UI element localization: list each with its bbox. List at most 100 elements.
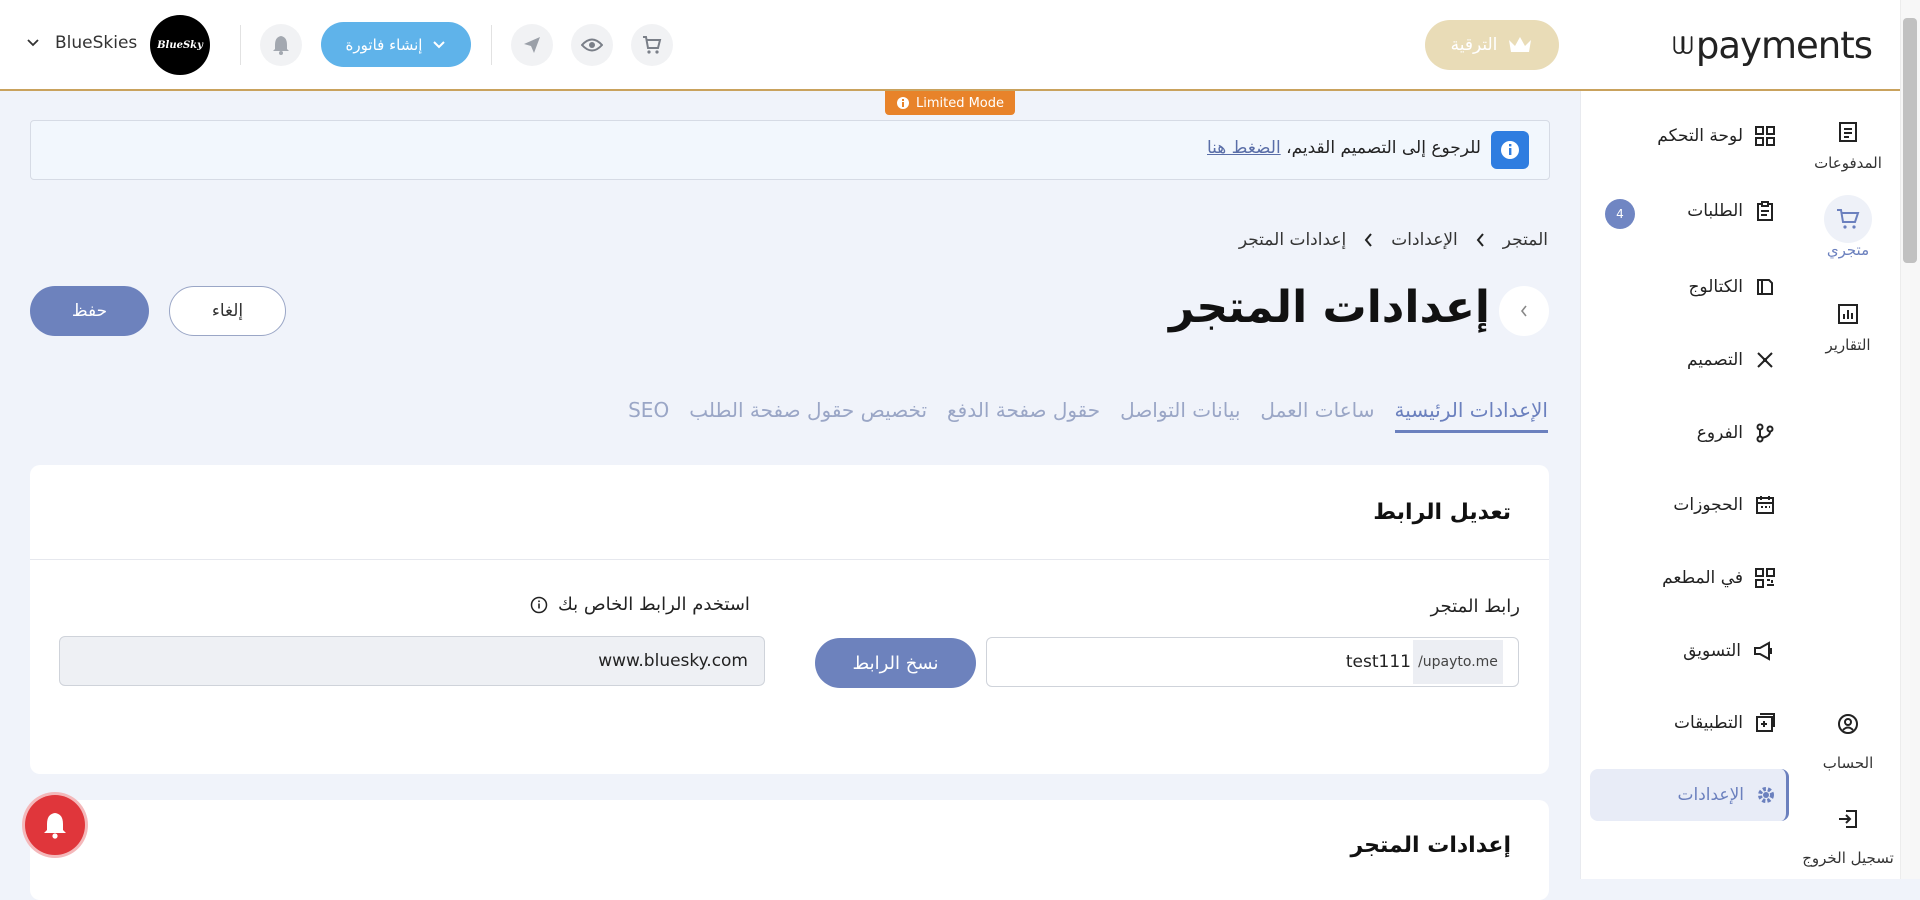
sidebar-item-dine-in[interactable]: في المطعم [1595, 553, 1785, 603]
invoice-label: إنشاء فاتورة [345, 35, 423, 54]
send-button[interactable] [511, 24, 553, 66]
scrollbar-thumb[interactable] [1903, 18, 1917, 263]
design-icon [1757, 352, 1773, 368]
notice-text: للرجوع إلى التصميم القديم، الضغط هنا [1207, 138, 1481, 158]
eye-icon [581, 38, 603, 52]
breadcrumb-settings[interactable]: الإعدادات [1391, 230, 1458, 250]
cart-icon [1824, 195, 1872, 243]
megaphone-icon [1754, 641, 1772, 661]
sidebar-item-label: لوحة التحكم [1657, 126, 1743, 146]
rail-item-my-store[interactable]: متجري [1803, 195, 1893, 259]
sidebar-item-settings[interactable]: الإعدادات [1590, 769, 1789, 821]
rail-item-logout[interactable]: تسجيل الخروج [1800, 795, 1896, 867]
rail-item-reports[interactable]: التقارير [1803, 290, 1893, 354]
rail-label: الحساب [1822, 754, 1874, 772]
sidebar-item-branches[interactable]: الفروع [1595, 408, 1785, 458]
rail-item-payments[interactable]: المدفوعات [1803, 108, 1893, 172]
card-title: تعديل الرابط [1373, 500, 1511, 525]
rail-label: المدفوعات [1814, 154, 1882, 172]
edit-link-card: تعديل الرابط [30, 465, 1549, 774]
sidebar-item-catalog[interactable]: الكتالوج [1595, 262, 1785, 312]
page-title: إعدادات المتجر [1169, 282, 1490, 333]
calendar-icon [1756, 496, 1774, 514]
chevron-down-icon [27, 39, 39, 47]
tab-checkout-fields[interactable]: حقول صفحة الدفع [947, 398, 1100, 433]
limited-mode-badge: Limited Mode [885, 91, 1015, 115]
info-icon[interactable] [530, 596, 548, 614]
tab-order-page-fields[interactable]: تخصيص حقول صفحة الطلب [689, 398, 927, 433]
card-divider [30, 559, 1549, 560]
sidebar-item-marketing[interactable]: التسويق [1595, 626, 1785, 676]
send-icon [524, 37, 540, 53]
sidebar-item-dashboard[interactable]: لوحة التحكم [1595, 111, 1785, 161]
breadcrumb: المتجر الإعدادات إعدادات المتجر [1239, 230, 1548, 250]
cart-button[interactable] [631, 24, 673, 66]
tab-main-settings[interactable]: الإعدادات الرئيسية [1394, 398, 1548, 433]
custom-domain-label-row: استخدم الرابط الخاص بك [530, 594, 750, 615]
settings-tabs: الإعدادات الرئيسية ساعات العمل بيانات ال… [628, 398, 1548, 433]
avatar[interactable]: BlueSky [150, 15, 210, 75]
payments-icon [1824, 108, 1872, 156]
account-icon [1824, 700, 1872, 748]
brand-logo[interactable]: payments [1672, 22, 1873, 68]
sidebar-item-label: الحجوزات [1673, 495, 1743, 515]
avatar-text: BlueSky [157, 39, 203, 51]
account-menu-toggle[interactable] [27, 39, 39, 47]
info-icon [896, 97, 909, 109]
sidebar-item-design[interactable]: التصميم [1595, 335, 1785, 385]
card-title: إعدادات المتجر [1350, 833, 1512, 858]
cart-icon [643, 36, 662, 54]
sidebar-item-label: الفروع [1696, 423, 1743, 443]
sidebar-item-bookings[interactable]: الحجوزات [1595, 480, 1785, 530]
tab-working-hours[interactable]: ساعات العمل [1260, 398, 1374, 433]
cancel-button[interactable]: إلغاء [169, 286, 286, 336]
sidebar-item-label: التسويق [1683, 641, 1741, 661]
store-link-label: رابط المتجر [1430, 596, 1520, 617]
sidebar-item-apps[interactable]: التطبيقات [1595, 698, 1785, 748]
bell-icon [273, 36, 289, 55]
chevron-left-icon [1476, 233, 1484, 247]
logo-mark-icon [1673, 36, 1693, 54]
tab-contact-info[interactable]: بيانات التواصل [1120, 398, 1240, 433]
rail-label: تسجيل الخروج [1802, 849, 1894, 867]
custom-domain-field[interactable]: www.bluesky.com [59, 636, 765, 686]
back-button[interactable] [1499, 286, 1549, 336]
create-invoice-button[interactable]: إنشاء فاتورة [321, 22, 471, 67]
header-divider [491, 25, 492, 65]
clipboard-icon [1757, 201, 1773, 221]
orders-count-badge: 4 [1605, 199, 1635, 229]
rail-label: متجري [1826, 241, 1870, 259]
store-settings-card: إعدادات المتجر [30, 800, 1549, 900]
notifications-button[interactable] [260, 24, 302, 66]
notification-bell-button[interactable] [25, 795, 85, 855]
preview-button[interactable] [571, 24, 613, 66]
sidebar-item-label: الطلبات [1687, 201, 1743, 221]
crown-icon [1509, 37, 1532, 52]
store-link-prefix: /upayto.me [1413, 640, 1503, 684]
grid-icon [1755, 126, 1775, 146]
username[interactable]: BlueSkies [55, 33, 137, 53]
top-header: payments الترقية إنشاء فاتورة BlueSky Bl… [0, 0, 1900, 91]
sidebar-item-label: التطبيقات [1673, 713, 1743, 733]
breadcrumb-store[interactable]: المتجر [1503, 230, 1548, 250]
tab-seo[interactable]: SEO [628, 398, 669, 433]
copy-link-button[interactable]: نسخ الرابط [815, 638, 976, 688]
upgrade-button[interactable]: الترقية [1425, 20, 1559, 70]
info-icon [1491, 131, 1529, 169]
chart-icon [1824, 290, 1872, 338]
sidebar-item-label: التصميم [1686, 350, 1743, 370]
save-button[interactable]: حفظ [30, 286, 149, 336]
header-divider [240, 25, 241, 65]
apps-icon [1756, 713, 1775, 732]
store-link-value: test111 [1345, 652, 1411, 672]
rail-item-account[interactable]: الحساب [1803, 700, 1893, 772]
catalog-icon [1757, 279, 1773, 295]
store-link-field[interactable]: /upayto.me test111 [986, 637, 1519, 687]
qr-icon [1755, 568, 1775, 588]
chevron-left-icon [1520, 305, 1527, 317]
upgrade-label: الترقية [1450, 35, 1498, 55]
sidebar-item-label: الإعدادات [1677, 785, 1744, 805]
gear-icon [1758, 787, 1774, 803]
old-design-link[interactable]: الضغط هنا [1207, 138, 1281, 158]
sidebar-item-label: الكتالوج [1688, 277, 1743, 297]
